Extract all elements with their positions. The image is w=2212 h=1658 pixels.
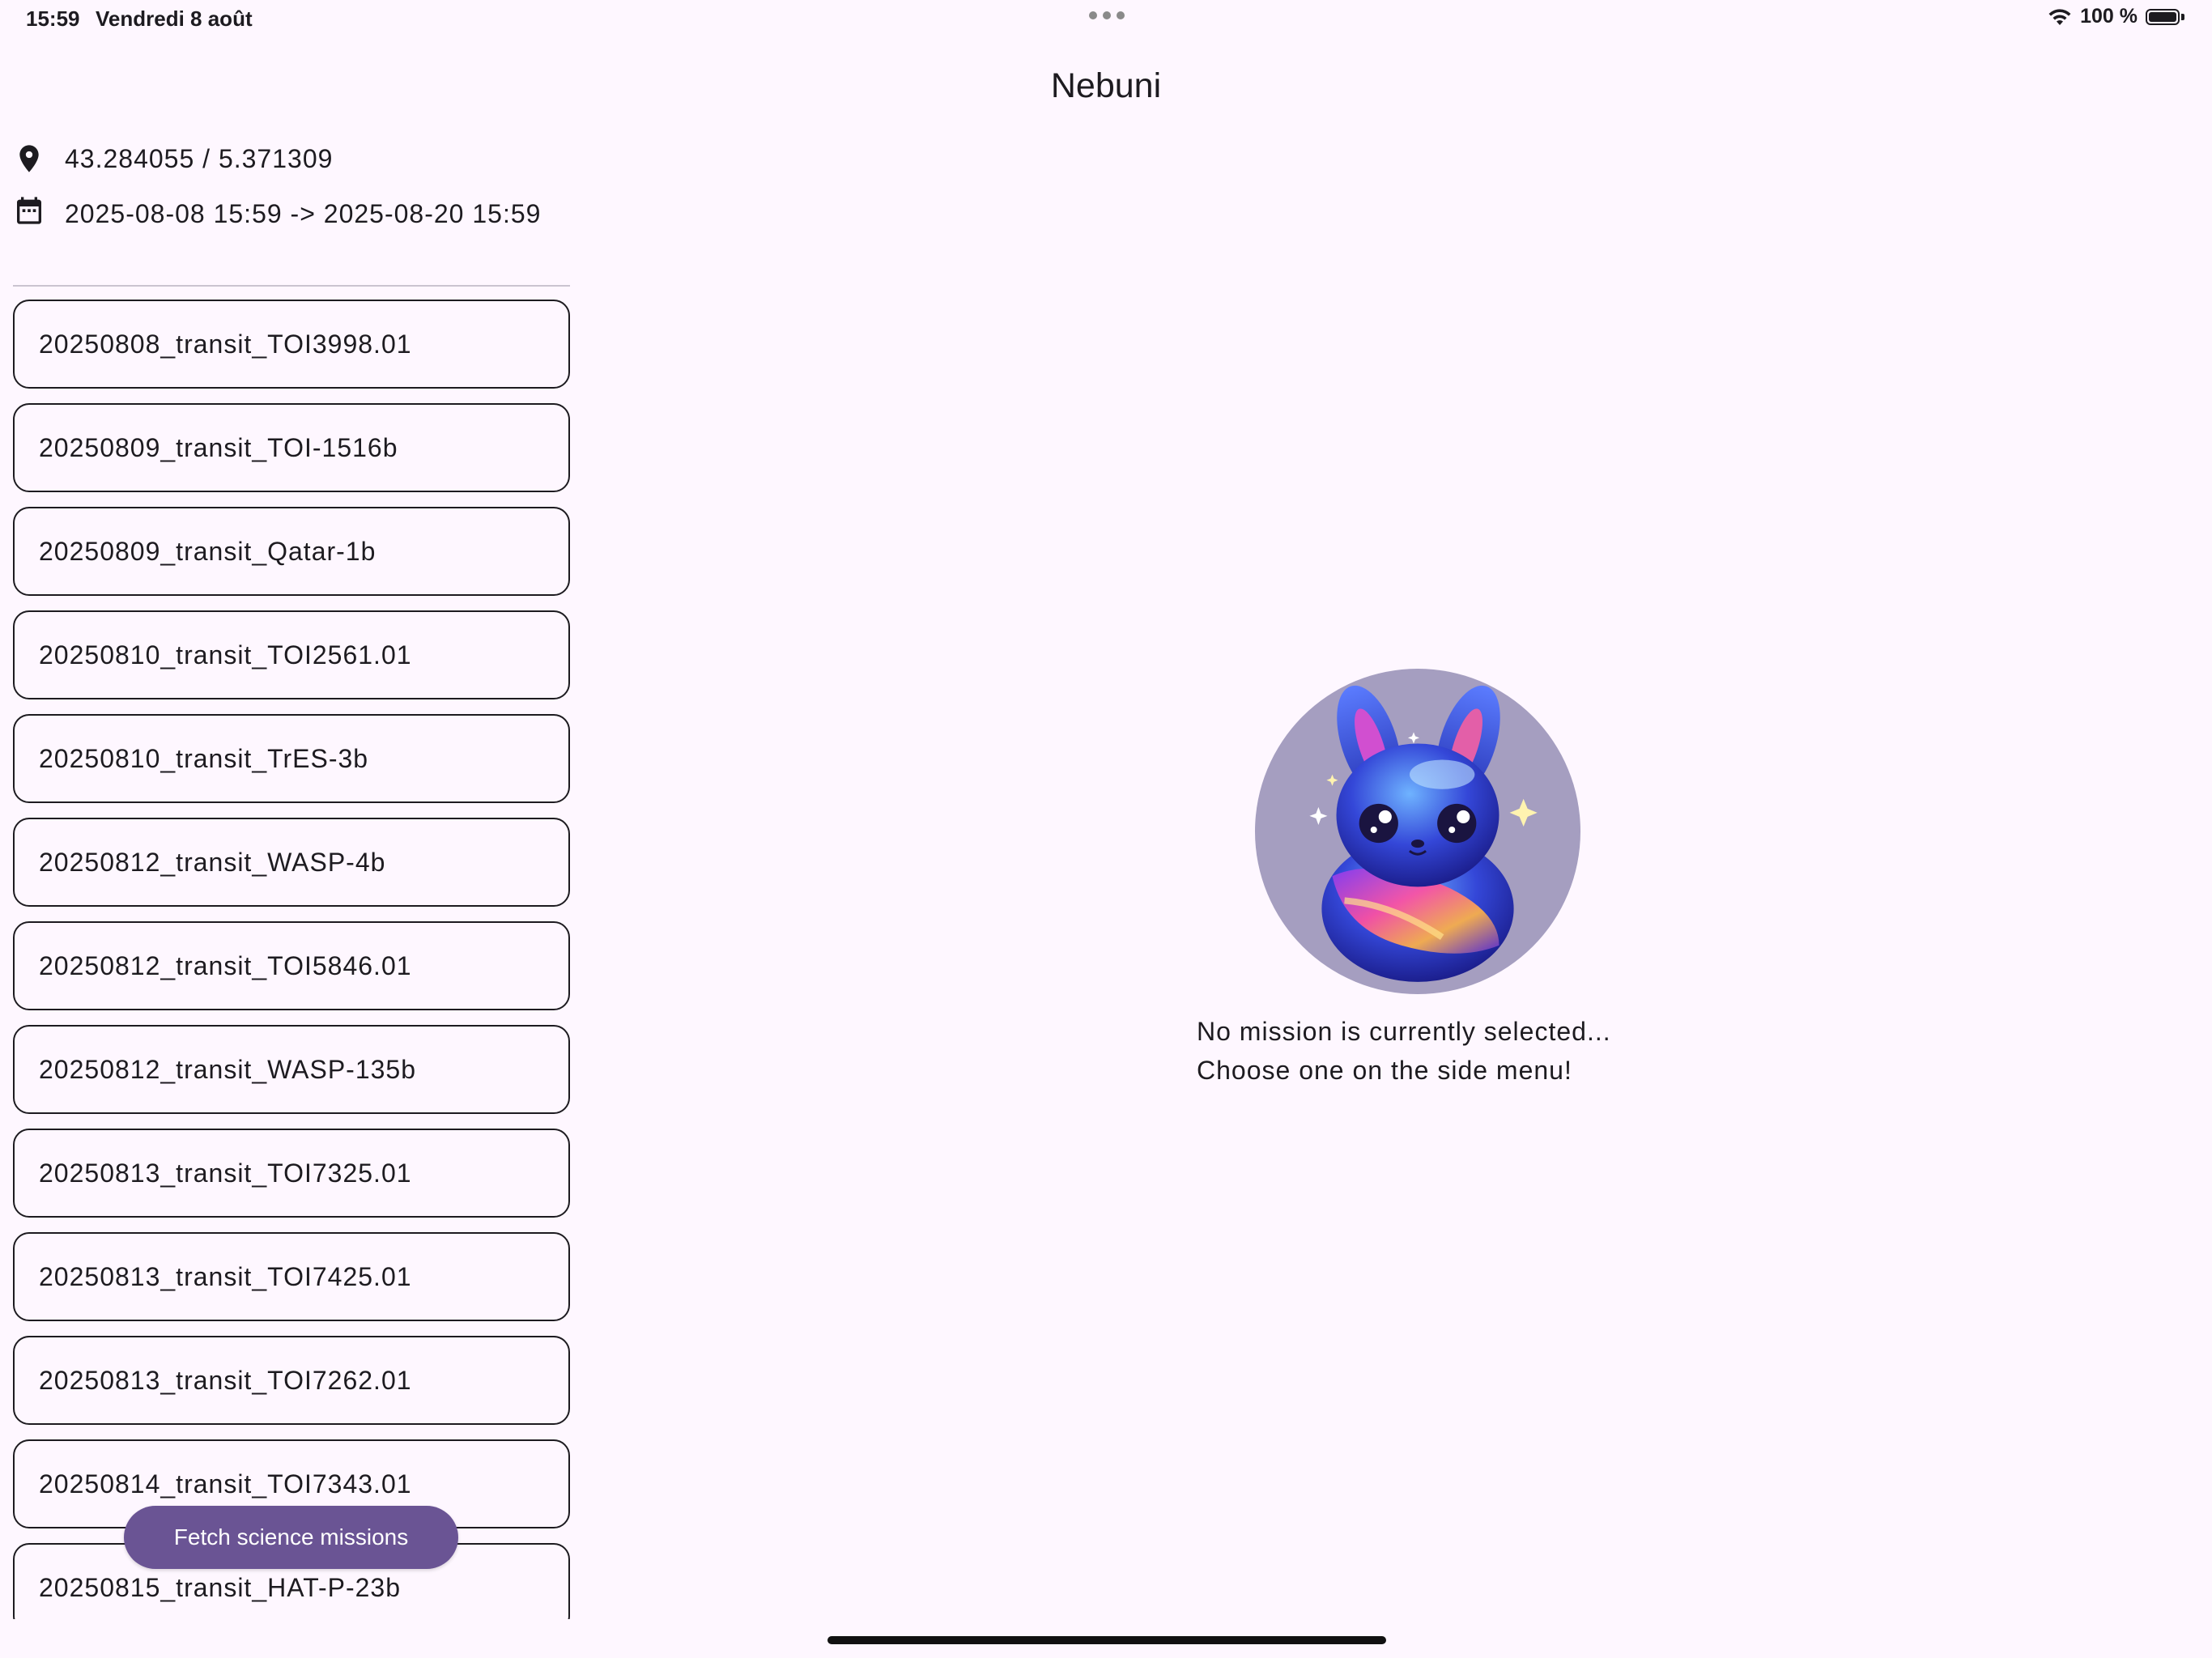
location-pin-icon <box>19 145 39 172</box>
calendar-icon <box>17 197 41 224</box>
mission-item[interactable]: 20250809_transit_TOI-1516b <box>13 403 570 492</box>
mission-item[interactable]: 20250812_transit_WASP-4b <box>13 818 570 907</box>
date-range-row: 2025-08-08 15:59 -> 2025-08-20 15:59 <box>13 194 567 233</box>
mission-item[interactable]: 20250813_transit_TOI7262.01 <box>13 1336 570 1425</box>
mission-item[interactable]: 20250813_transit_TOI7425.01 <box>13 1232 570 1321</box>
fetch-missions-button[interactable]: Fetch science missions <box>124 1506 458 1569</box>
battery-percentage: 100 % <box>2080 5 2138 28</box>
bunny-mascot-image <box>1255 669 1580 994</box>
mission-item[interactable]: 20250812_transit_TOI5846.01 <box>13 921 570 1010</box>
mission-item[interactable]: 20250810_transit_TrES-3b <box>13 714 570 803</box>
location-row: 43.284055 / 5.371309 <box>13 142 333 175</box>
mission-item[interactable]: 20250809_transit_Qatar-1b <box>13 507 570 596</box>
divider <box>13 285 570 287</box>
page-title: Nebuni <box>1050 66 1162 105</box>
mission-item[interactable]: 20250810_transit_TOI2561.01 <box>13 610 570 699</box>
status-indicators: 100 % <box>2048 5 2186 28</box>
battery-icon <box>2146 7 2186 27</box>
mission-item[interactable]: 20250813_transit_TOI7325.01 <box>13 1129 570 1218</box>
status-time: 15:59 <box>26 6 80 31</box>
empty-state-line-2: Choose one on the side menu! <box>1197 1056 1572 1085</box>
date-range: 2025-08-08 15:59 -> 2025-08-20 15:59 <box>65 199 542 228</box>
empty-state-line-1: No mission is currently selected... <box>1197 1017 1611 1046</box>
multitasking-dots-icon[interactable] <box>1089 11 1125 21</box>
home-indicator[interactable] <box>827 1636 1386 1644</box>
location-coordinates: 43.284055 / 5.371309 <box>65 144 334 173</box>
side-menu: 43.284055 / 5.371309 2025-08-08 15:59 ->… <box>13 138 572 1619</box>
mission-item[interactable]: 20250808_transit_TOI3998.01 <box>13 300 570 389</box>
empty-state-message: No mission is currently selected... Choo… <box>1197 1012 1611 1090</box>
status-date: Vendredi 8 août <box>96 6 253 31</box>
mission-item[interactable]: 20250812_transit_WASP-135b <box>13 1025 570 1114</box>
app-root: 15:59 Vendredi 8 août 100 % Nebuni 43.28 <box>0 0 2212 1658</box>
wifi-icon <box>2048 8 2071 25</box>
status-bar: 15:59 Vendredi 8 août 100 % <box>0 0 2212 39</box>
